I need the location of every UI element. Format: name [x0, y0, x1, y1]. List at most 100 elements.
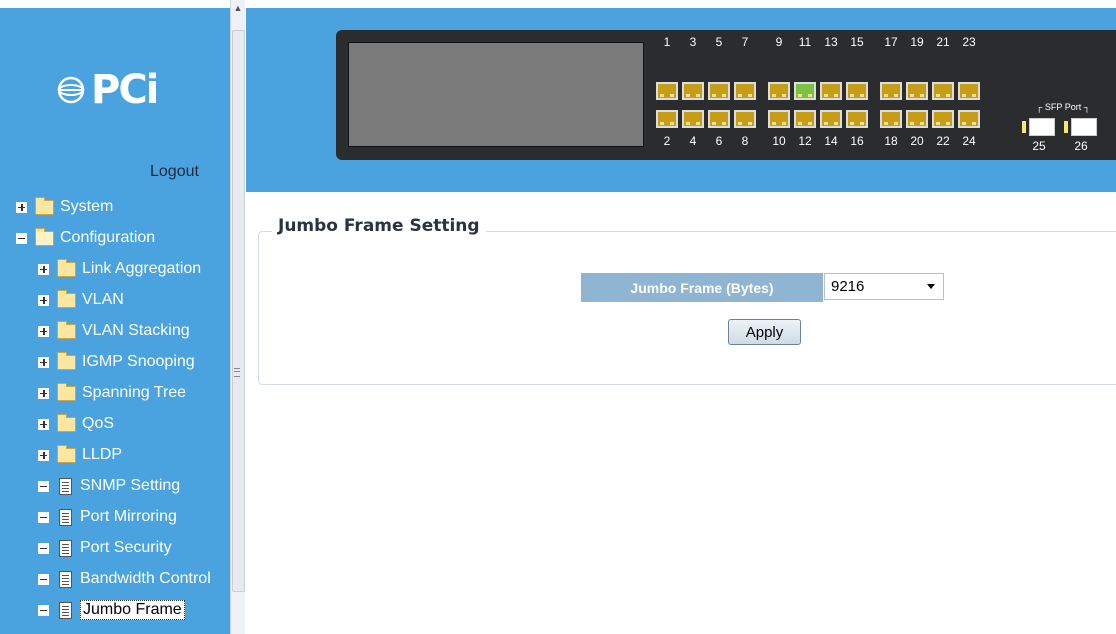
port-number-label: 2: [663, 134, 671, 148]
nav-item-bandwidth-control[interactable]: Bandwidth Control: [38, 564, 211, 594]
apply-button[interactable]: Apply: [728, 319, 801, 345]
port-led-icon: [962, 94, 966, 97]
sfp-port-25[interactable]: [1029, 118, 1055, 136]
expand-icon[interactable]: [38, 263, 49, 275]
expand-icon[interactable]: [38, 418, 49, 430]
expand-icon[interactable]: [38, 325, 49, 337]
expand-icon[interactable]: [38, 294, 49, 306]
port-led-icon: [884, 122, 888, 125]
port-number-label: 20: [910, 134, 924, 148]
jumbo-frame-value: 9216: [831, 278, 865, 295]
port-16[interactable]: [846, 110, 868, 128]
port-17[interactable]: [880, 82, 902, 100]
nav-item-system[interactable]: System: [16, 192, 113, 222]
jumbo-frame-fieldset: [258, 231, 1116, 385]
port-7[interactable]: [734, 82, 756, 100]
nav-item-configuration[interactable]: Configuration: [16, 223, 155, 253]
port-6[interactable]: [708, 110, 730, 128]
port-11[interactable]: [794, 82, 816, 100]
expand-icon[interactable]: [38, 356, 49, 368]
port-18[interactable]: [880, 110, 902, 128]
port-led-icon: [972, 122, 976, 125]
collapse-icon[interactable]: [38, 511, 49, 523]
sidebar-scrollbar[interactable]: ▲: [230, 0, 245, 634]
nav-item-port-mirroring[interactable]: Port Mirroring: [38, 502, 177, 532]
nav-item-lldp[interactable]: LLDP: [38, 440, 122, 470]
nav-item-vlan[interactable]: VLAN: [38, 285, 124, 315]
port-14[interactable]: [820, 110, 842, 128]
port-led-icon: [798, 94, 802, 97]
collapse-icon[interactable]: [16, 232, 27, 244]
jumbo-frame-select[interactable]: 9216: [824, 273, 944, 300]
port-led-icon: [808, 122, 812, 125]
collapse-icon[interactable]: [38, 604, 49, 616]
logout-link[interactable]: Logout: [150, 163, 199, 181]
nav-item-link-aggregation[interactable]: Link Aggregation: [38, 254, 201, 284]
port-number-label: 15: [850, 35, 864, 49]
nav-item-label: LLDP: [82, 446, 123, 463]
port-number-label: 14: [824, 134, 838, 148]
port-led-icon: [722, 122, 726, 125]
port-led-icon: [910, 94, 914, 97]
port-9[interactable]: [768, 82, 790, 100]
dropdown-caret-icon: [927, 284, 935, 289]
port-24[interactable]: [958, 110, 980, 128]
collapse-icon[interactable]: [38, 480, 49, 492]
expand-icon[interactable]: [38, 449, 49, 461]
nav-item-qos[interactable]: QoS: [38, 409, 114, 439]
port-8[interactable]: [734, 110, 756, 128]
nav-item-jumbo-frame[interactable]: Jumbo Frame: [38, 595, 185, 625]
nav-item-vlan-stacking[interactable]: VLAN Stacking: [38, 316, 190, 346]
nav-item-igmp-snooping[interactable]: IGMP Snooping: [38, 347, 195, 377]
port-2[interactable]: [656, 110, 678, 128]
folder-icon: [57, 351, 76, 370]
document-icon: [59, 539, 72, 557]
port-13[interactable]: [820, 82, 842, 100]
port-led-icon: [772, 94, 776, 97]
sfp-port-label: ┌ SFP Port ┐: [1036, 102, 1091, 112]
scroll-thumb[interactable]: [232, 30, 245, 592]
port-number-label: 17: [884, 35, 898, 49]
folder-open-icon: [35, 227, 54, 246]
port-23[interactable]: [958, 82, 980, 100]
nav-item-label: Port Security: [80, 539, 172, 556]
nav-item-port-security[interactable]: Port Security: [38, 533, 172, 563]
port-number-label: 22: [936, 134, 950, 148]
nav-item-label: Spanning Tree: [82, 384, 187, 401]
port-21[interactable]: [932, 82, 954, 100]
document-icon: [59, 570, 72, 588]
collapse-icon[interactable]: [38, 542, 49, 554]
port-number-label: 26: [1074, 139, 1088, 153]
port-3[interactable]: [682, 82, 704, 100]
nav-item-snmp-setting[interactable]: SNMP Setting: [38, 471, 180, 501]
port-22[interactable]: [932, 110, 954, 128]
port-led-icon: [748, 122, 752, 125]
port-12[interactable]: [794, 110, 816, 128]
sfp-port-26[interactable]: [1071, 118, 1097, 136]
folder-icon: [57, 444, 76, 463]
port-4[interactable]: [682, 110, 704, 128]
scroll-up-arrow-icon[interactable]: ▲: [231, 0, 245, 17]
document-icon: [59, 508, 72, 526]
port-number-label: 25: [1032, 139, 1046, 153]
port-number-label: 8: [741, 134, 749, 148]
port-number-label: 12: [798, 134, 812, 148]
port-1[interactable]: [656, 82, 678, 100]
globe-logo-icon: [57, 76, 85, 104]
expand-icon[interactable]: [16, 201, 27, 213]
nav-item-label: Jumbo Frame: [80, 600, 185, 620]
port-led-icon: [772, 122, 776, 125]
collapse-icon[interactable]: [38, 573, 49, 585]
port-led-icon: [884, 94, 888, 97]
port-15[interactable]: [846, 82, 868, 100]
port-20[interactable]: [906, 110, 928, 128]
port-5[interactable]: [708, 82, 730, 100]
port-led-icon: [946, 122, 950, 125]
nav-item-spanning-tree[interactable]: Spanning Tree: [38, 378, 186, 408]
port-19[interactable]: [906, 82, 928, 100]
expand-icon[interactable]: [38, 387, 49, 399]
port-number-label: 10: [772, 134, 786, 148]
folder-icon: [35, 196, 54, 215]
port-led-icon: [972, 94, 976, 97]
port-10[interactable]: [768, 110, 790, 128]
